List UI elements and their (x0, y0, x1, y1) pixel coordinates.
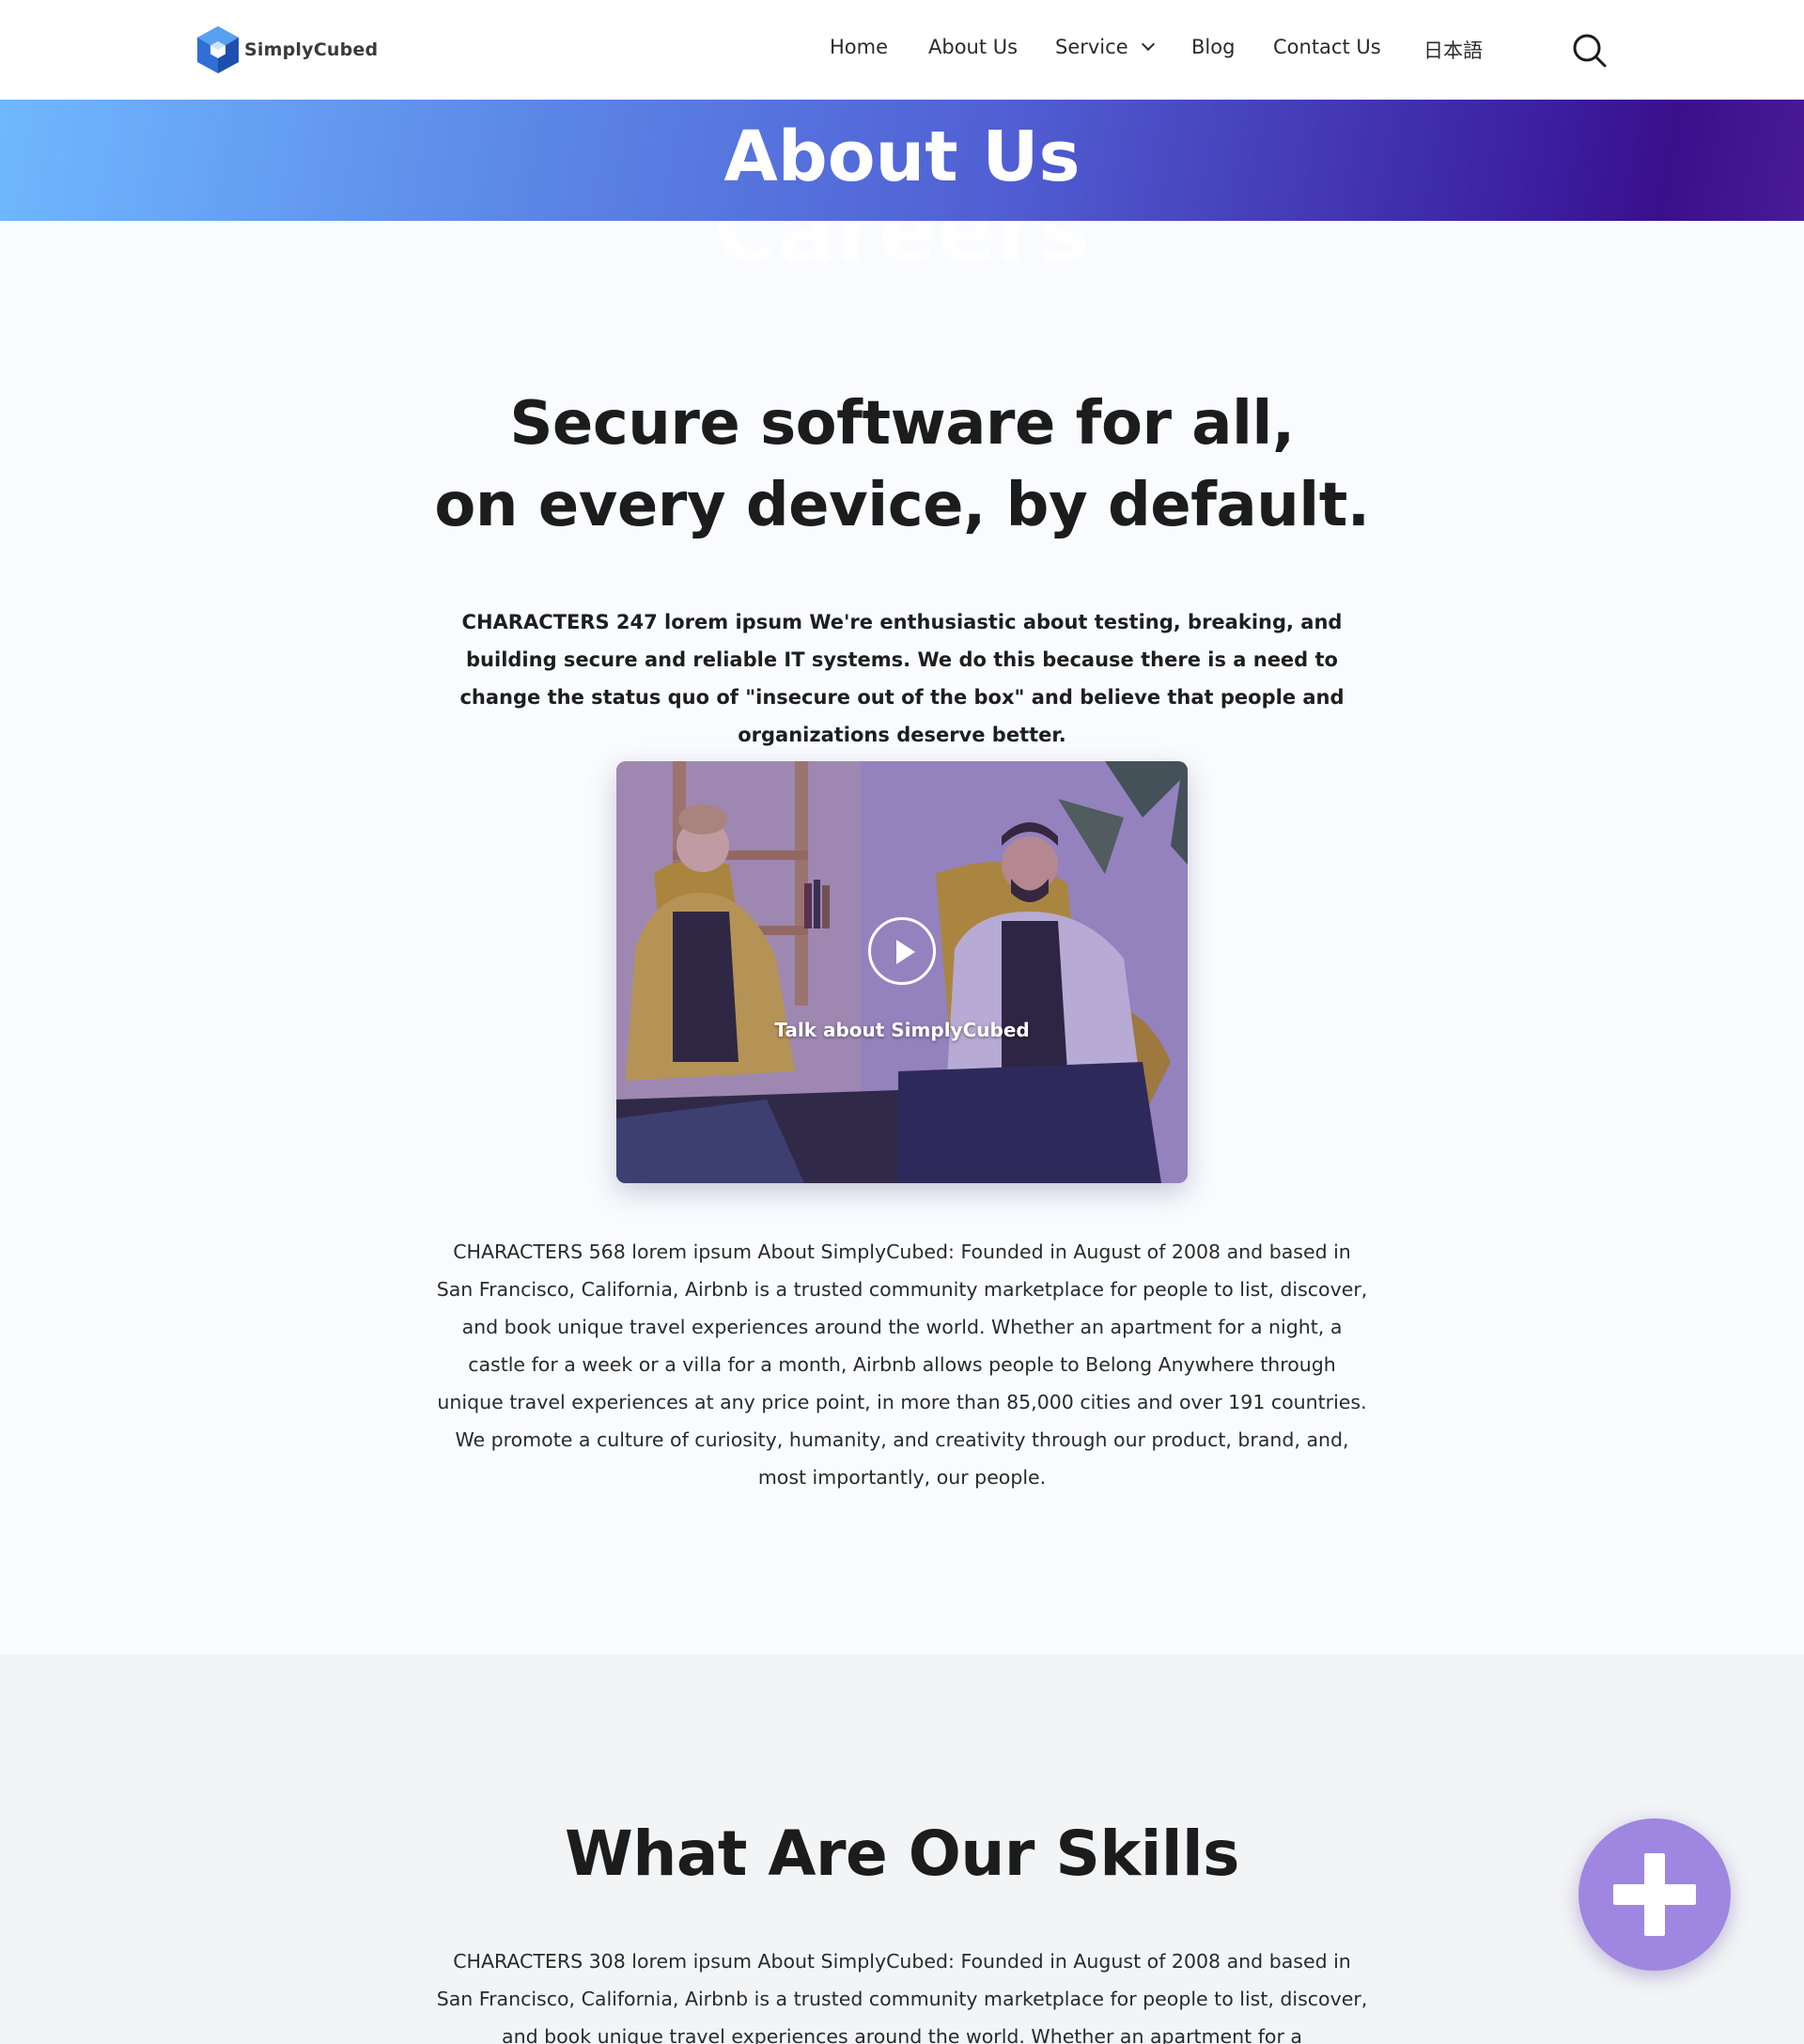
chevron-down-icon (1141, 37, 1155, 52)
search-icon[interactable] (1571, 32, 1609, 70)
nav-service[interactable]: Service (1055, 36, 1155, 58)
nav-contact-us[interactable]: Contact Us (1273, 36, 1381, 58)
page-banner: About Us (0, 100, 1804, 221)
nav-about-us[interactable]: About Us (928, 36, 1018, 58)
video-caption: Talk about SimplyCubed (774, 1019, 1030, 1041)
hero-headline-line1: Secure software for all, (509, 389, 1295, 459)
page-title: About Us (723, 117, 1081, 197)
play-button[interactable] (868, 917, 936, 985)
nav-japanese[interactable]: 日本語 (1423, 36, 1483, 64)
video-card[interactable]: Talk about SimplyCubed (616, 761, 1188, 1183)
hero-headline-line2: on every device, by default. (434, 471, 1370, 540)
nav-blog[interactable]: Blog (1191, 36, 1235, 58)
play-icon (896, 940, 915, 964)
floating-add-button[interactable] (1578, 1818, 1731, 1971)
skills-body: CHARACTERS 308 lorem ipsum About SimplyC… (436, 1950, 1368, 2044)
nav-service-label: Service (1055, 36, 1128, 58)
hero-lead: CHARACTERS 247 lorem ipsum We're enthusi… (459, 611, 1345, 746)
site-header: SimplyCubed Home About Us Service Blog C… (0, 0, 1804, 100)
skills-title: What Are Our Skills (565, 1818, 1239, 1890)
nav-home[interactable]: Home (830, 36, 888, 58)
plus-icon-bar (1613, 1884, 1696, 1905)
about-body: CHARACTERS 568 lorem ipsum About SimplyC… (436, 1240, 1368, 1489)
main-nav: Home About Us Service Blog Contact Us 日本… (0, 36, 1804, 64)
skills-section: What Are Our Skills CHARACTERS 308 lorem… (0, 1654, 1804, 2044)
hero-headline: Secure software for all, on every device… (0, 383, 1804, 547)
